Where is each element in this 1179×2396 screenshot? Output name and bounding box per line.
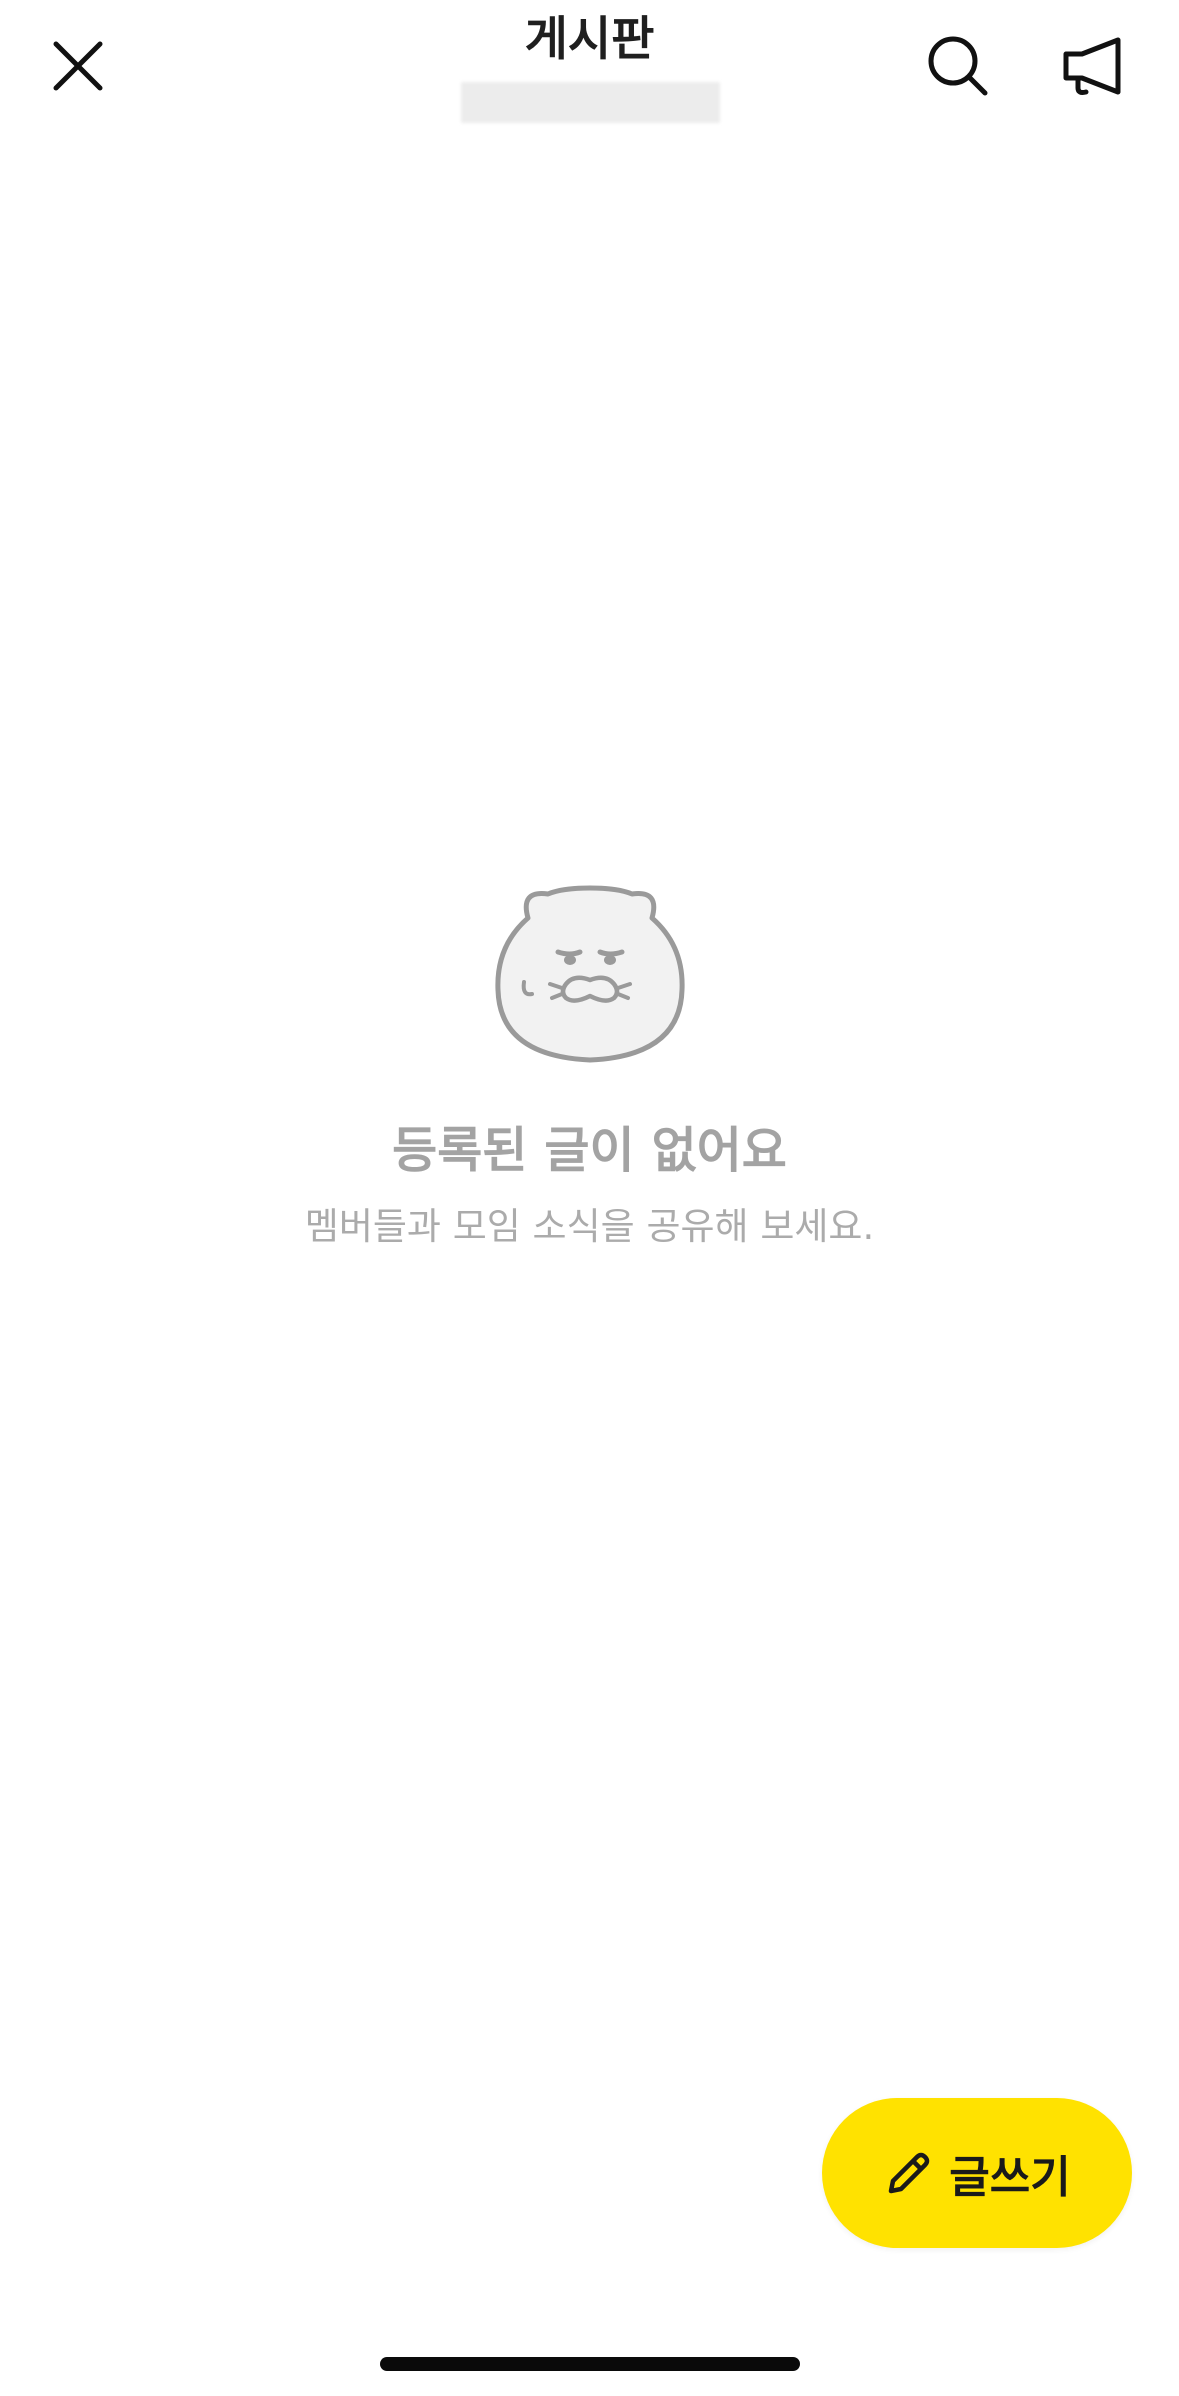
search-icon <box>928 36 988 96</box>
write-post-label: 글쓰기 <box>949 2152 1071 2203</box>
write-post-button[interactable]: 글쓰기 <box>822 2098 1132 2248</box>
empty-state: 등록된 글이 없어요 멤버들과 모임 소식을 공유해 보세요. <box>0 880 1179 1252</box>
megaphone-icon <box>1063 37 1121 95</box>
group-name-blurred <box>461 82 720 123</box>
pencil-icon <box>889 2152 930 2194</box>
empty-description: 멤버들과 모임 소식을 공유해 보세요. <box>304 1205 875 1248</box>
bear-face-icon <box>494 885 685 1063</box>
search-button[interactable] <box>920 28 996 104</box>
empty-title: 등록된 글이 없어요 <box>392 1122 787 1179</box>
home-indicator[interactable] <box>380 2357 800 2371</box>
top-bar: 게시판 <box>0 0 1179 140</box>
page-title: 게시판 <box>524 12 655 67</box>
notice-button[interactable] <box>1052 26 1132 106</box>
